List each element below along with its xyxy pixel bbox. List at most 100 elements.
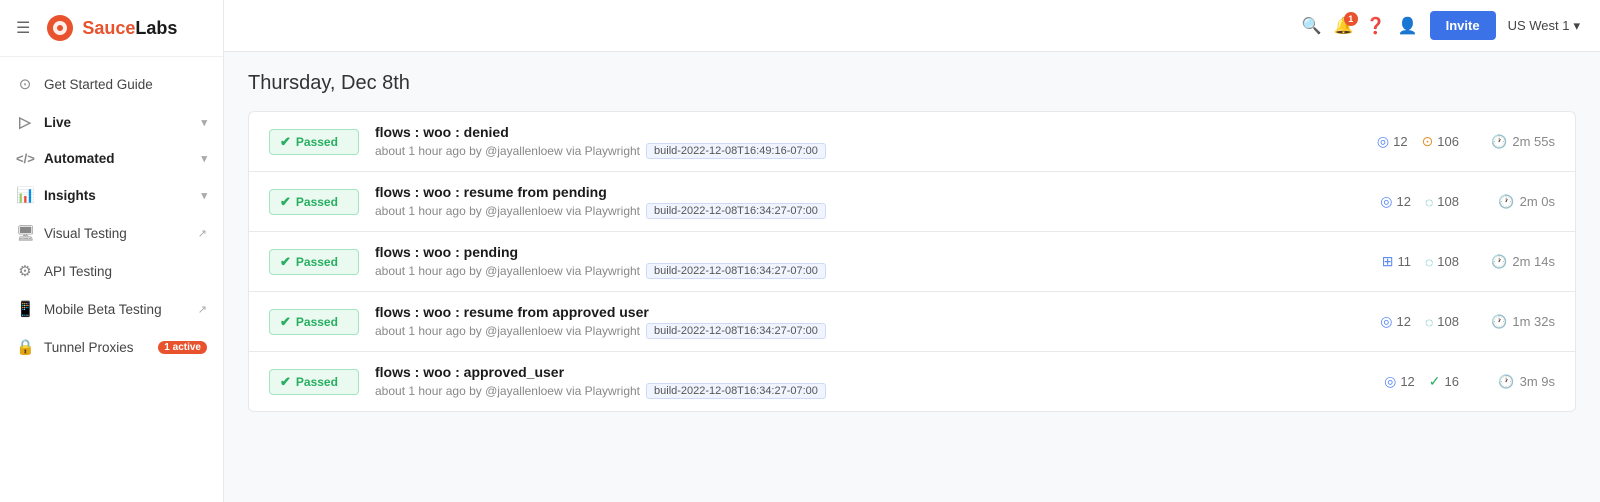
sidebar-nav: ⊙ Get Started Guide ▷ Live ▾ </> Automat…: [0, 57, 223, 502]
test-time-author: about 1 hour ago by @jayallenloew via Pl…: [375, 204, 640, 218]
test-row[interactable]: ✔ Passed flows : woo : resume from pendi…: [248, 171, 1576, 231]
sidebar-logo: ☰ SauceLabs: [0, 0, 223, 57]
test-time-author: about 1 hour ago by @jayallenloew via Pl…: [375, 144, 640, 158]
test-count: 106: [1437, 134, 1459, 149]
sidebar-item-visual-testing[interactable]: 🖥 Visual Testing ↗: [0, 214, 223, 252]
test-duration: 🕐 3m 9s: [1475, 374, 1555, 390]
external-link-icon: ↗: [198, 227, 207, 240]
test-name: flows : woo : resume from pending: [375, 184, 1364, 200]
status-label: Passed: [296, 195, 338, 209]
test-list: ✔ Passed flows : woo : denied about 1 ho…: [248, 111, 1576, 412]
invite-button[interactable]: Invite: [1430, 11, 1496, 40]
sidebar-item-mobile-beta[interactable]: 📱 Mobile Beta Testing ↗: [0, 290, 223, 328]
sidebar-item-tunnel-proxies[interactable]: 🔒 Tunnel Proxies 1 active: [0, 328, 223, 366]
automated-icon: </>: [16, 151, 34, 166]
chevron-down-icon: ▾: [1573, 18, 1580, 34]
region-selector[interactable]: US West 1 ▾: [1508, 18, 1580, 34]
test-row[interactable]: ✔ Passed flows : woo : pending about 1 h…: [248, 231, 1576, 291]
test-duration: 🕐 2m 55s: [1475, 134, 1555, 150]
duration-value: 3m 9s: [1520, 374, 1555, 389]
duration-value: 1m 32s: [1512, 314, 1555, 329]
test-count-icon: ◌: [1425, 254, 1433, 270]
hamburger-icon[interactable]: ☰: [16, 18, 30, 38]
saucelabs-logo-icon: [46, 14, 74, 42]
status-badge: ✔ Passed: [269, 189, 359, 215]
sidebar-item-get-started[interactable]: ⊙ Get Started Guide: [0, 65, 223, 103]
test-row[interactable]: ✔ Passed flows : woo : approved_user abo…: [248, 351, 1576, 412]
get-started-icon: ⊙: [16, 75, 34, 93]
chevron-down-icon: ▾: [201, 189, 207, 202]
test-count: 108: [1437, 194, 1459, 209]
sidebar-item-insights[interactable]: 📊 Insights ▾: [0, 176, 223, 214]
status-label: Passed: [296, 315, 338, 329]
region-label: US West 1: [1508, 18, 1570, 33]
status-label: Passed: [296, 255, 338, 269]
sidebar-item-label: API Testing: [44, 264, 112, 279]
help-icon[interactable]: ❓: [1366, 16, 1386, 36]
notifications-icon[interactable]: 🔔 1: [1334, 16, 1354, 36]
sidebar-item-automated[interactable]: </> Automated ▾: [0, 141, 223, 176]
check-icon: ✔: [280, 134, 291, 150]
sidebar-item-label: Insights: [44, 188, 96, 203]
stat-browsers: ◎ 12: [1380, 313, 1411, 330]
build-tag: build-2022-12-08T16:49:16-07:00: [646, 143, 826, 159]
clock-icon: 🕐: [1491, 134, 1507, 150]
test-info: flows : woo : resume from pending about …: [375, 184, 1364, 219]
check-icon: ✔: [280, 314, 291, 330]
test-stats: ⊞ 11 ◌ 108: [1382, 253, 1459, 270]
chevron-down-icon: ▾: [201, 116, 207, 129]
test-stats: ◎ 12 ◌ 108: [1380, 193, 1459, 210]
browser-count: 11: [1397, 254, 1411, 269]
clock-icon: 🕐: [1498, 374, 1514, 390]
stat-browsers: ◎ 12: [1384, 373, 1415, 390]
test-count-icon: ◌: [1425, 194, 1433, 210]
stat-browsers: ⊞ 11: [1382, 253, 1411, 270]
browser-icon: ⊞: [1382, 253, 1394, 270]
status-badge: ✔ Passed: [269, 309, 359, 335]
build-tag: build-2022-12-08T16:34:27-07:00: [646, 323, 826, 339]
sidebar-item-label: Live: [44, 115, 71, 130]
sidebar-item-api-testing[interactable]: ⚙ API Testing: [0, 252, 223, 290]
test-info: flows : woo : denied about 1 hour ago by…: [375, 124, 1361, 159]
tunnel-proxies-icon: 🔒: [16, 338, 34, 356]
search-icon[interactable]: 🔍: [1302, 16, 1322, 36]
test-name: flows : woo : pending: [375, 244, 1366, 260]
test-time-author: about 1 hour ago by @jayallenloew via Pl…: [375, 324, 640, 338]
test-info: flows : woo : resume from approved user …: [375, 304, 1364, 339]
topbar: 🔍 🔔 1 ❓ 👤 Invite US West 1 ▾: [224, 0, 1600, 52]
test-duration: 🕐 2m 0s: [1475, 194, 1555, 210]
test-stats: ◎ 12 ✓ 16: [1384, 373, 1459, 390]
browser-count: 12: [1397, 314, 1411, 329]
build-tag: build-2022-12-08T16:34:27-07:00: [646, 263, 826, 279]
test-duration: 🕐 1m 32s: [1475, 314, 1555, 330]
api-testing-icon: ⚙: [16, 262, 34, 280]
stat-tests: ◌ 108: [1425, 194, 1459, 210]
test-name: flows : woo : denied: [375, 124, 1361, 140]
test-info: flows : woo : approved_user about 1 hour…: [375, 364, 1368, 399]
visual-testing-icon: 🖥: [16, 224, 34, 242]
duration-value: 2m 14s: [1512, 254, 1555, 269]
browser-count: 12: [1400, 374, 1414, 389]
test-name: flows : woo : resume from approved user: [375, 304, 1364, 320]
sidebar-item-label: Automated: [44, 151, 115, 166]
test-row[interactable]: ✔ Passed flows : woo : resume from appro…: [248, 291, 1576, 351]
test-count: 108: [1437, 314, 1459, 329]
status-badge: ✔ Passed: [269, 249, 359, 275]
stat-tests: ⊙ 106: [1422, 133, 1459, 150]
test-meta: about 1 hour ago by @jayallenloew via Pl…: [375, 323, 1364, 339]
stat-tests: ✓ 16: [1429, 373, 1459, 390]
test-count: 16: [1445, 374, 1459, 389]
browser-icon: ◎: [1380, 193, 1392, 210]
browser-count: 12: [1393, 134, 1407, 149]
test-count-icon: ⊙: [1422, 133, 1434, 150]
test-row[interactable]: ✔ Passed flows : woo : denied about 1 ho…: [248, 111, 1576, 171]
test-meta: about 1 hour ago by @jayallenloew via Pl…: [375, 143, 1361, 159]
test-info: flows : woo : pending about 1 hour ago b…: [375, 244, 1366, 279]
stat-tests: ◌ 108: [1425, 254, 1459, 270]
user-icon[interactable]: 👤: [1398, 16, 1418, 36]
test-duration: 🕐 2m 14s: [1475, 254, 1555, 270]
test-time-author: about 1 hour ago by @jayallenloew via Pl…: [375, 264, 640, 278]
test-time-author: about 1 hour ago by @jayallenloew via Pl…: [375, 384, 640, 398]
build-tag: build-2022-12-08T16:34:27-07:00: [646, 203, 826, 219]
sidebar-item-live[interactable]: ▷ Live ▾: [0, 103, 223, 141]
